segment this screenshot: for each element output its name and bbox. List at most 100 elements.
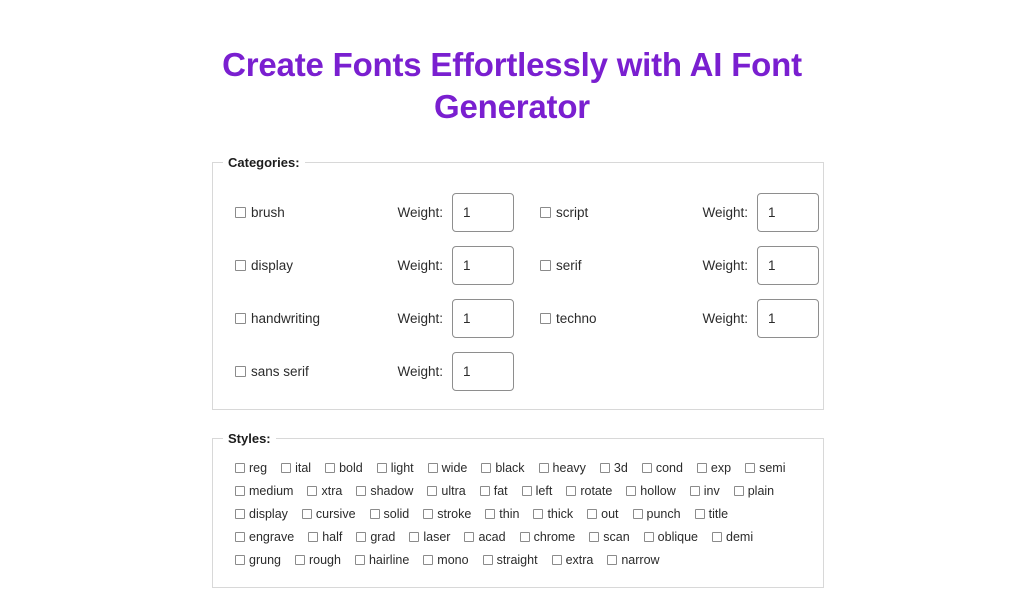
checkbox-fat[interactable] xyxy=(479,485,490,496)
style-option-half[interactable]: half xyxy=(308,530,342,544)
weight-input-script[interactable] xyxy=(757,193,819,233)
style-option-shadow[interactable]: shadow xyxy=(356,484,413,498)
style-option-inv[interactable]: inv xyxy=(689,484,720,498)
checkbox-chrome[interactable] xyxy=(519,531,530,542)
checkbox-3d[interactable] xyxy=(599,462,610,473)
style-option-grad[interactable]: grad xyxy=(356,530,395,544)
checkbox-bold[interactable] xyxy=(325,462,336,473)
checkbox-mono[interactable] xyxy=(423,554,434,565)
checkbox-display[interactable] xyxy=(235,260,246,272)
category-check-script[interactable]: script xyxy=(540,205,692,220)
checkbox-script[interactable] xyxy=(540,207,551,219)
checkbox-stroke[interactable] xyxy=(423,508,434,519)
weight-input-serif[interactable] xyxy=(757,246,819,286)
checkbox-scan[interactable] xyxy=(589,531,600,542)
style-option-thick[interactable]: thick xyxy=(533,507,573,521)
checkbox-straight[interactable] xyxy=(482,554,493,565)
checkbox-title[interactable] xyxy=(694,508,705,519)
checkbox-out[interactable] xyxy=(587,508,598,519)
checkbox-rough[interactable] xyxy=(294,554,305,565)
style-option-stroke[interactable]: stroke xyxy=(423,507,471,521)
checkbox-oblique[interactable] xyxy=(643,531,654,542)
weight-input-handwriting[interactable] xyxy=(452,299,514,339)
checkbox-demi[interactable] xyxy=(712,531,722,542)
style-option-oblique[interactable]: oblique xyxy=(643,530,698,544)
weight-input-display[interactable] xyxy=(452,246,514,286)
checkbox-punch[interactable] xyxy=(632,508,643,519)
style-option-fat[interactable]: fat xyxy=(479,484,508,498)
style-option-chrome[interactable]: chrome xyxy=(519,530,575,544)
category-check-display[interactable]: display xyxy=(235,258,387,273)
category-check-handwriting[interactable]: handwriting xyxy=(235,311,387,326)
weight-input-sans-serif[interactable] xyxy=(452,352,514,392)
checkbox-engrave[interactable] xyxy=(235,531,245,542)
style-option-narrow[interactable]: narrow xyxy=(607,553,660,567)
checkbox-plain[interactable] xyxy=(733,485,744,496)
style-option-plain[interactable]: plain xyxy=(733,484,774,498)
checkbox-grad[interactable] xyxy=(356,531,367,542)
checkbox-brush[interactable] xyxy=(235,207,246,219)
style-option-out[interactable]: out xyxy=(587,507,619,521)
checkbox-handwriting[interactable] xyxy=(235,313,246,325)
style-option-bold[interactable]: bold xyxy=(325,461,363,475)
style-option-hollow[interactable]: hollow xyxy=(626,484,676,498)
style-option-3d[interactable]: 3d xyxy=(599,461,628,475)
category-check-techno[interactable]: techno xyxy=(540,311,692,326)
checkbox-semi[interactable] xyxy=(745,462,756,473)
style-option-scan[interactable]: scan xyxy=(589,530,630,544)
style-option-left[interactable]: left xyxy=(521,484,552,498)
checkbox-thick[interactable] xyxy=(533,508,544,519)
checkbox-solid[interactable] xyxy=(369,508,380,519)
checkbox-half[interactable] xyxy=(308,531,319,542)
style-option-rotate[interactable]: rotate xyxy=(566,484,612,498)
checkbox-exp[interactable] xyxy=(696,462,707,473)
style-option-engrave[interactable]: engrave xyxy=(235,530,294,544)
checkbox-shadow[interactable] xyxy=(356,485,367,496)
style-option-extra[interactable]: extra xyxy=(551,553,593,567)
checkbox-acad[interactable] xyxy=(464,531,475,542)
style-option-title[interactable]: title xyxy=(694,507,728,521)
checkbox-narrow[interactable] xyxy=(607,554,618,565)
checkbox-ital[interactable] xyxy=(281,462,292,473)
style-option-ultra[interactable]: ultra xyxy=(427,484,466,498)
checkbox-extra[interactable] xyxy=(551,554,562,565)
checkbox-techno[interactable] xyxy=(540,313,551,325)
weight-input-brush[interactable] xyxy=(452,193,514,233)
style-option-demi[interactable]: demi xyxy=(712,530,753,544)
checkbox-hollow[interactable] xyxy=(626,485,637,496)
checkbox-rotate[interactable] xyxy=(566,485,577,496)
style-option-ital[interactable]: ital xyxy=(281,461,311,475)
style-option-punch[interactable]: punch xyxy=(632,507,681,521)
category-check-serif[interactable]: serif xyxy=(540,258,692,273)
style-option-light[interactable]: light xyxy=(376,461,414,475)
checkbox-cond[interactable] xyxy=(641,462,652,473)
checkbox-left[interactable] xyxy=(521,485,532,496)
checkbox-xtra[interactable] xyxy=(307,485,318,496)
style-option-display[interactable]: display xyxy=(235,507,288,521)
style-option-cond[interactable]: cond xyxy=(641,461,683,475)
checkbox-inv[interactable] xyxy=(689,485,700,496)
style-option-wide[interactable]: wide xyxy=(427,461,467,475)
checkbox-cursive[interactable] xyxy=(301,508,312,519)
checkbox-hairline[interactable] xyxy=(354,554,365,565)
style-option-heavy[interactable]: heavy xyxy=(538,461,586,475)
checkbox-sans-serif[interactable] xyxy=(235,366,246,378)
style-option-hairline[interactable]: hairline xyxy=(354,553,409,567)
style-option-xtra[interactable]: xtra xyxy=(307,484,342,498)
checkbox-black[interactable] xyxy=(481,462,492,473)
category-check-sans-serif[interactable]: sans serif xyxy=(235,364,387,379)
checkbox-laser[interactable] xyxy=(409,531,420,542)
checkbox-medium[interactable] xyxy=(235,485,245,496)
style-option-rough[interactable]: rough xyxy=(294,553,341,567)
checkbox-grung[interactable] xyxy=(235,554,245,565)
style-option-reg[interactable]: reg xyxy=(235,461,267,475)
style-option-exp[interactable]: exp xyxy=(696,461,731,475)
checkbox-serif[interactable] xyxy=(540,260,551,272)
weight-input-techno[interactable] xyxy=(757,299,819,339)
style-option-cursive[interactable]: cursive xyxy=(301,507,356,521)
category-check-brush[interactable]: brush xyxy=(235,205,387,220)
style-option-black[interactable]: black xyxy=(481,461,525,475)
checkbox-display[interactable] xyxy=(235,508,245,519)
style-option-thin[interactable]: thin xyxy=(485,507,519,521)
style-option-grung[interactable]: grung xyxy=(235,553,281,567)
